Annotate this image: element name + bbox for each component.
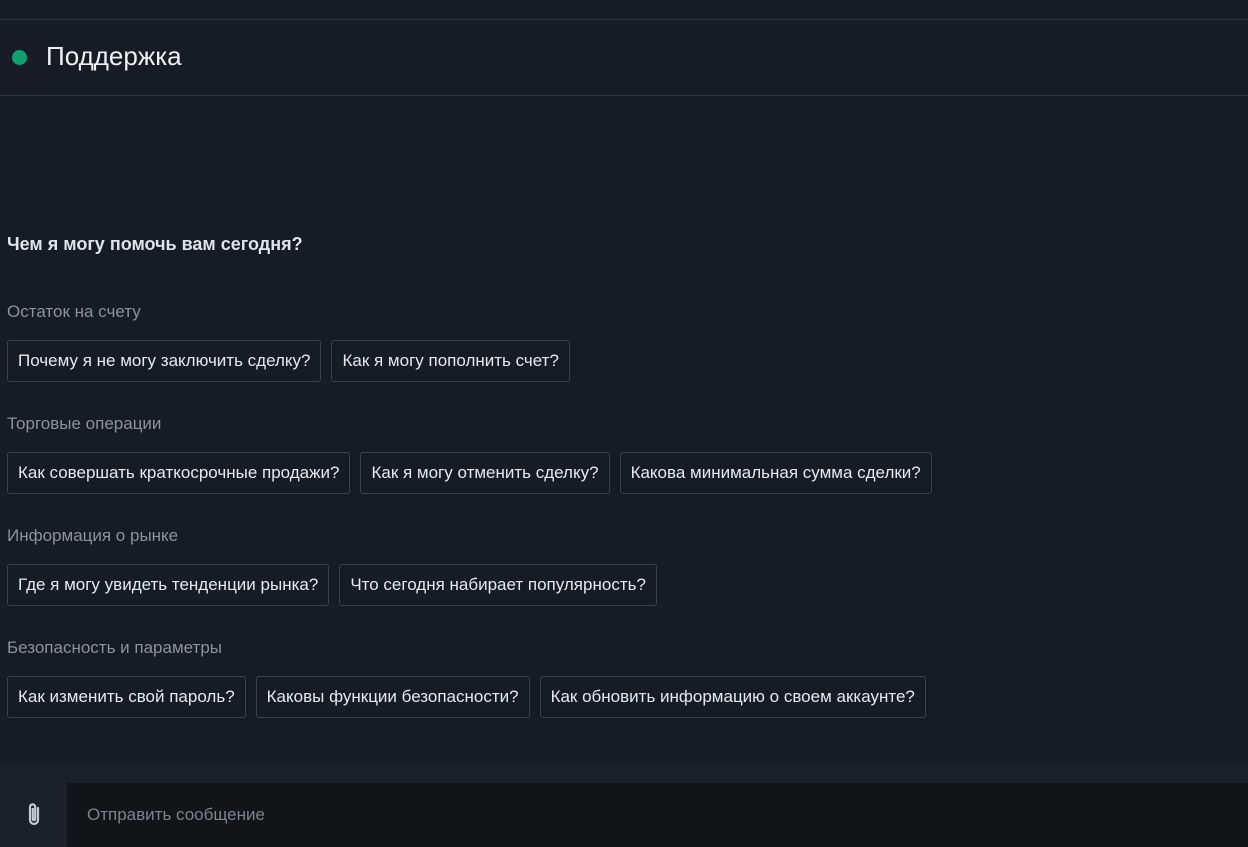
question-list: Где я могу увидеть тенденции рынка? Что … <box>7 564 657 606</box>
section-title: Торговые операции <box>7 414 162 433</box>
suggested-question-button[interactable]: Как изменить свой пароль? <box>7 676 246 718</box>
question-list: Как изменить свой пароль? Каковы функции… <box>7 676 926 718</box>
suggested-question-button[interactable]: Что сегодня набирает популярность? <box>339 564 657 606</box>
section-security-settings: Безопасность и параметры Как изменить св… <box>7 638 926 718</box>
suggested-question-button[interactable]: Какова минимальная сумма сделки? <box>619 452 932 494</box>
suggested-question-button[interactable]: Каковы функции безопасности? <box>255 676 530 718</box>
paperclip-icon <box>28 803 39 826</box>
suggested-question-button[interactable]: Где я могу увидеть тенденции рынка? <box>7 564 330 606</box>
question-list: Почему я не могу заключить сделку? Как я… <box>7 340 570 382</box>
section-title: Информация о рынке <box>7 526 179 545</box>
section-title: Остаток на счету <box>7 302 141 321</box>
suggested-question-button[interactable]: Почему я не могу заключить сделку? <box>7 340 322 382</box>
suggested-question-button[interactable]: Как я могу отменить сделку? <box>360 452 610 494</box>
page-title: Поддержка <box>46 41 182 71</box>
message-input[interactable] <box>67 783 1248 847</box>
top-bar <box>0 0 1248 20</box>
online-status-indicator <box>12 50 27 65</box>
attach-file-button[interactable] <box>0 783 67 847</box>
suggested-question-button[interactable]: Как совершать краткосрочные продажи? <box>7 452 351 494</box>
suggested-question-button[interactable]: Как обновить информацию о своем аккаунте… <box>539 676 926 718</box>
greeting-heading: Чем я могу помочь вам сегодня? <box>7 234 303 254</box>
chat-header: Поддержка <box>0 20 1248 96</box>
section-account-balance: Остаток на счету Почему я не могу заключ… <box>7 302 570 382</box>
section-trading-operations: Торговые операции Как совершать краткоср… <box>7 414 932 494</box>
message-composer <box>0 763 1248 847</box>
section-title: Безопасность и параметры <box>7 638 222 657</box>
question-list: Как совершать краткосрочные продажи? Как… <box>7 452 932 494</box>
section-market-info: Информация о рынке Где я могу увидеть те… <box>7 526 657 606</box>
suggested-question-button[interactable]: Как я могу пополнить счет? <box>331 340 570 382</box>
